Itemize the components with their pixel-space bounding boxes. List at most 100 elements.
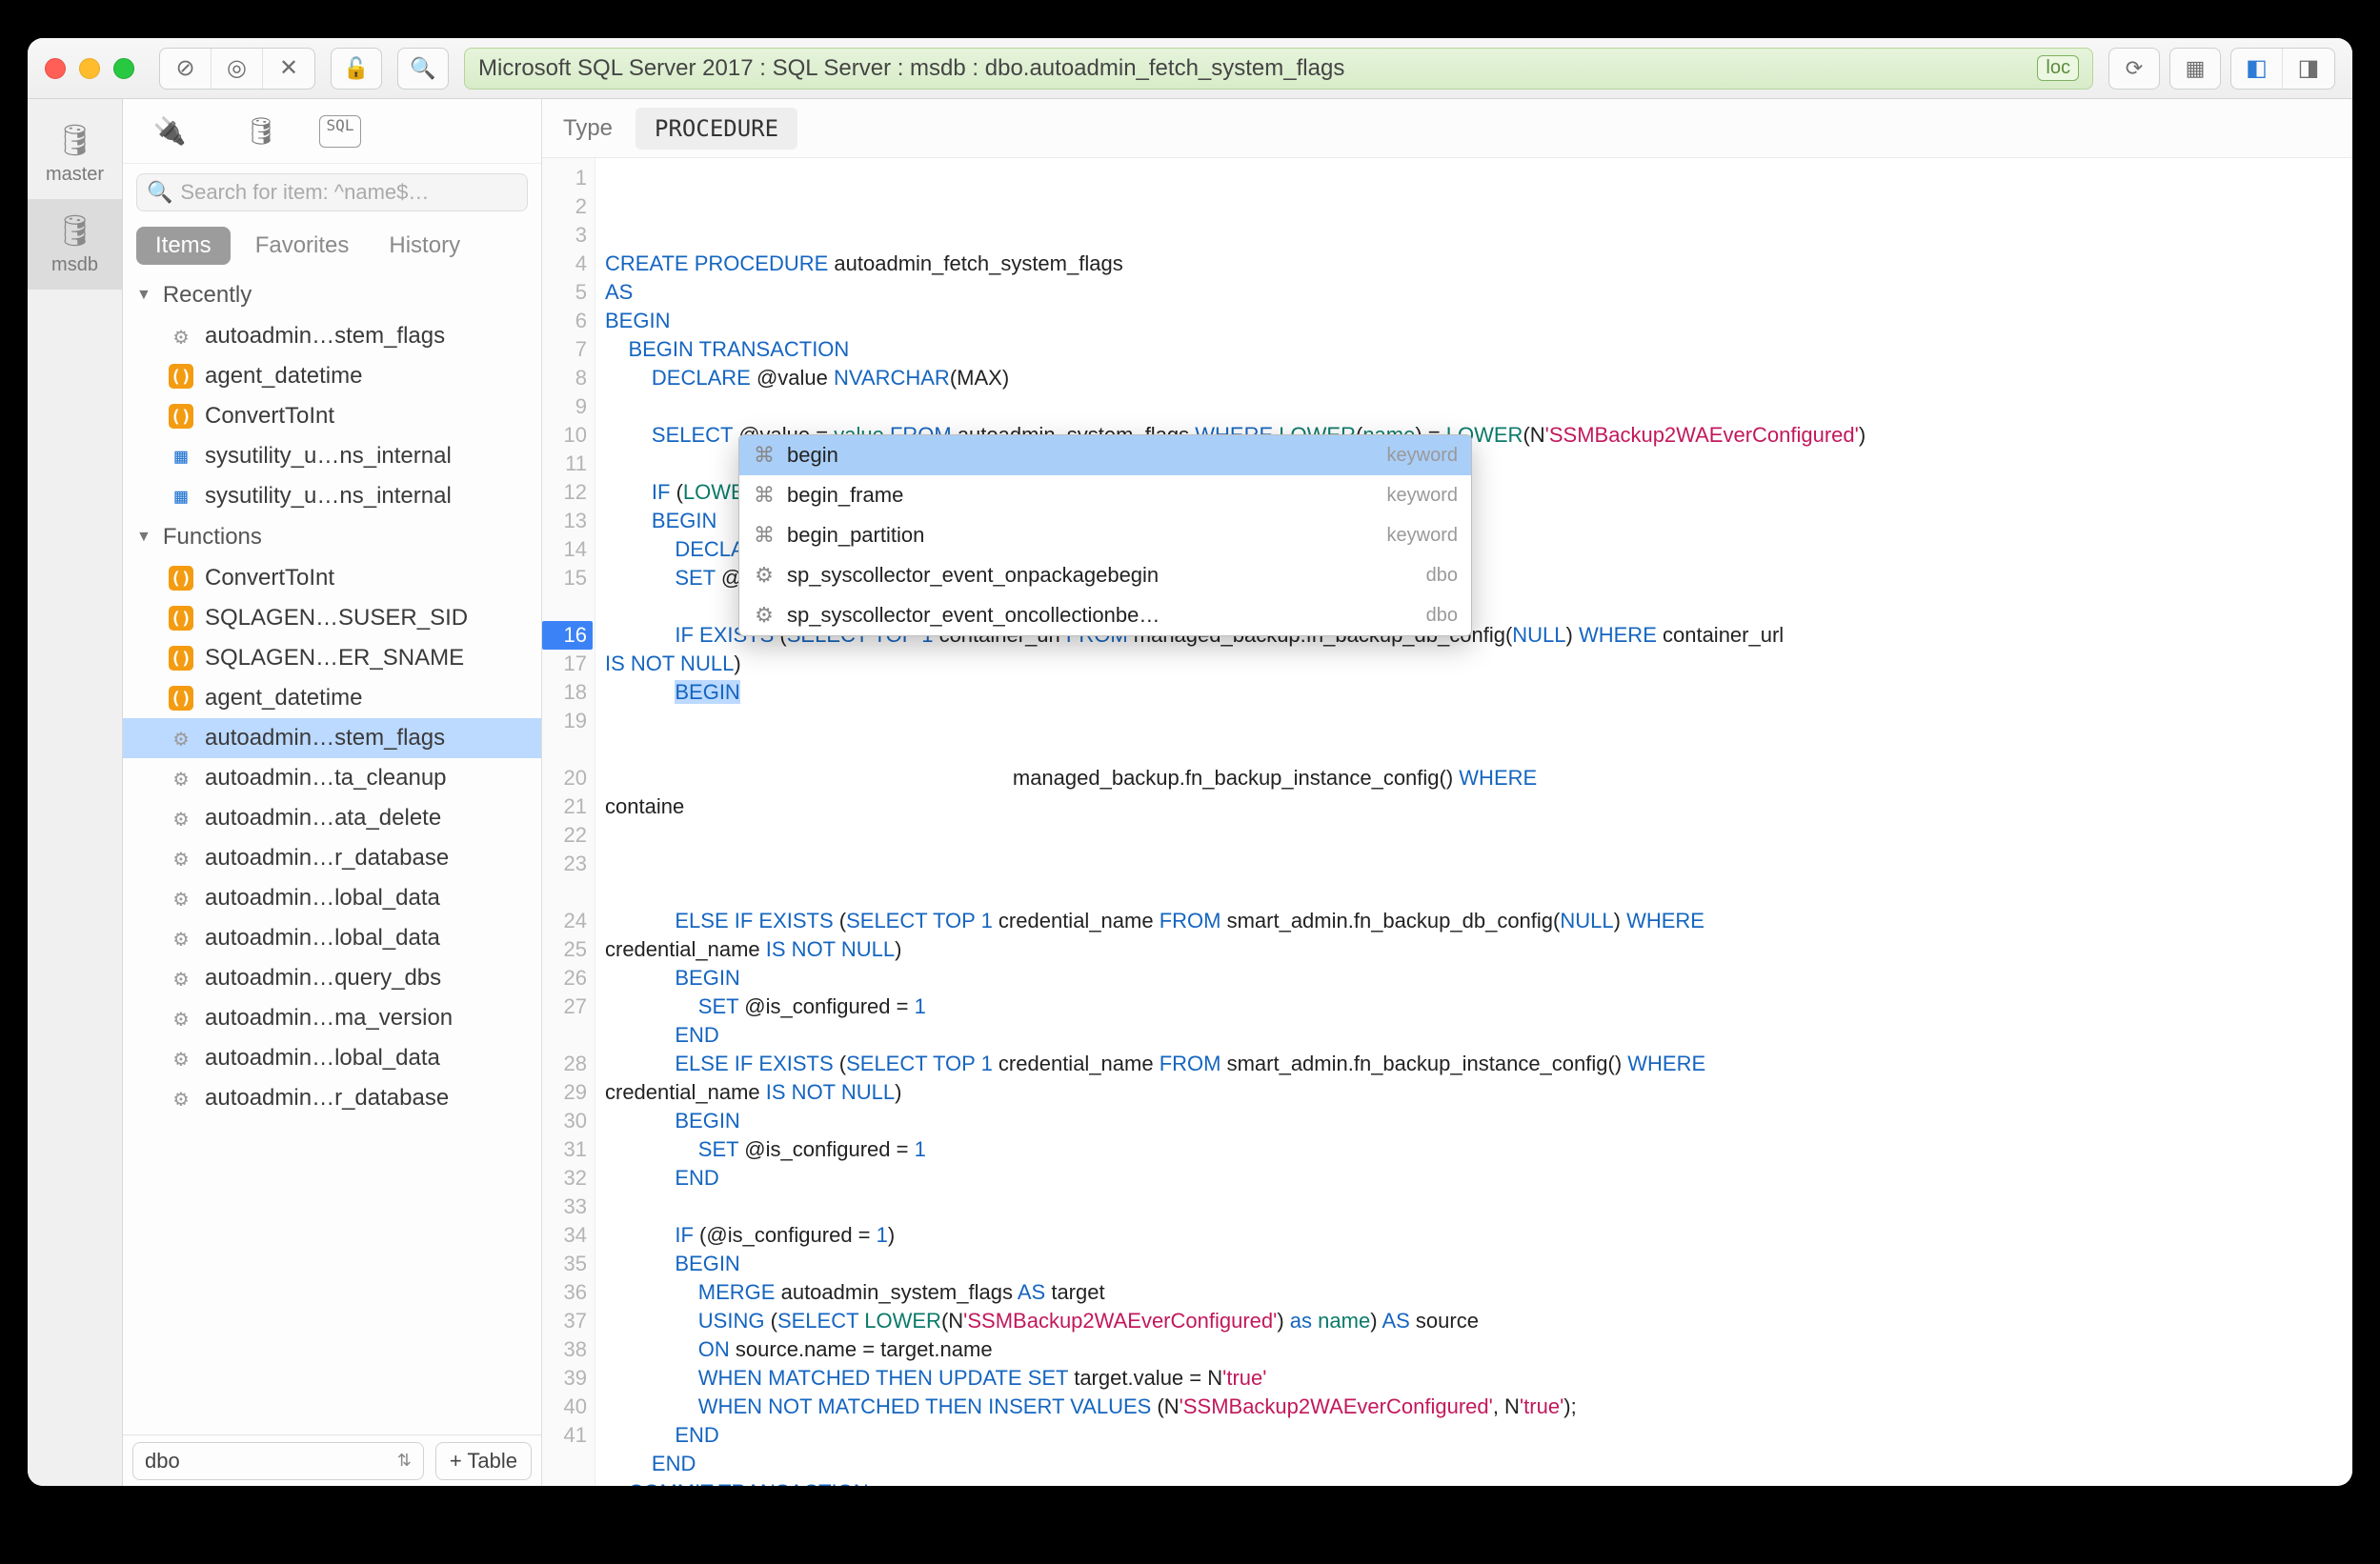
right-tool-cluster: ⟳ ▦ ◧ ◨ (2108, 48, 2335, 90)
function-icon: () (169, 686, 193, 711)
completion-kind: keyword (1387, 441, 1458, 470)
gear-icon: ⚙ (169, 966, 193, 991)
breadcrumb[interactable]: Microsoft SQL Server 2017 : SQL Server :… (464, 48, 2093, 90)
completion-kind: keyword (1387, 521, 1458, 550)
tree-item-label: ConvertToInt (205, 403, 334, 430)
tree-item[interactable]: () SQLAGEN…SUSER_SID (123, 598, 541, 638)
tree-item-label: autoadmin…query_dbs (205, 965, 441, 992)
completion-label: begin_partition (787, 521, 924, 550)
gear-icon: ⚙ (169, 806, 193, 831)
minimize-window-button[interactable] (79, 58, 100, 79)
tree-item[interactable]: ⚙autoadmin…lobal_data (123, 878, 541, 918)
tree-item[interactable]: () SQLAGEN…ER_SNAME (123, 638, 541, 678)
line-gutter: 123456789101112131415 16171819 20212223 … (542, 158, 595, 1486)
autocomplete-item[interactable]: ⚙sp_syscollector_event_oncollectionbe…db… (739, 595, 1471, 635)
tree-item-label: sysutility_u…ns_internal (205, 483, 452, 510)
completion-icon: ⌘ (753, 481, 776, 510)
sql-mode-icon[interactable]: SQL (319, 115, 361, 148)
tree-section-recently[interactable]: Recently (123, 274, 541, 316)
body: 🛢master🛢msdb 🔌 🛢 SQL 🔍 Search for item: … (28, 99, 2352, 1486)
eye-icon[interactable]: ◎ (212, 49, 263, 89)
autocomplete-item[interactable]: ⌘beginkeyword (739, 435, 1471, 475)
sidebar-search[interactable]: 🔍 Search for item: ^name$… (136, 173, 528, 211)
close-tab-icon[interactable]: ✕ (263, 49, 314, 89)
tree-item[interactable]: ⚙autoadmin…ma_version (123, 998, 541, 1038)
gear-icon: ⚙ (169, 926, 193, 951)
lock-icon[interactable]: 🔓 (331, 48, 382, 90)
plug-icon[interactable]: 🔌 (136, 115, 203, 147)
breadcrumb-text: Microsoft SQL Server 2017 : SQL Server :… (478, 55, 1344, 82)
function-icon: () (169, 364, 193, 389)
tree-item[interactable]: ⚙ autoadmin…ata_delete (123, 798, 541, 838)
completion-icon: ⚙ (753, 561, 776, 590)
search-icon[interactable]: 🔍 (397, 48, 449, 90)
titlebar: ⊘ ◎ ✕ 🔓 🔍 Microsoft SQL Server 2017 : SQ… (28, 38, 2352, 99)
panel-left-icon[interactable]: ◧ (2231, 49, 2283, 89)
tree-item[interactable]: ⚙autoadmin…ta_cleanup (123, 758, 541, 798)
tree-item[interactable]: ⚙ autoadmin…lobal_data (123, 918, 541, 958)
tree-item[interactable]: () agent_datetime (123, 678, 541, 718)
main-header: Type PROCEDURE (542, 99, 2352, 158)
tree-item[interactable]: ⚙ autoadmin…query_dbs (123, 958, 541, 998)
close-window-button[interactable] (45, 58, 66, 79)
tree-item-label: autoadmin…stem_flags (205, 323, 445, 350)
table-icon: ▦ (169, 484, 193, 509)
tree-item-label: SQLAGEN…ER_SNAME (205, 645, 464, 672)
database-icon[interactable]: 🛢 (228, 115, 294, 147)
tab-history[interactable]: History (373, 227, 475, 265)
function-icon: () (169, 566, 193, 591)
tab-items[interactable]: Items (136, 227, 231, 265)
completion-label: begin (787, 441, 838, 470)
tree-item-label: autoadmin…lobal_data (205, 925, 440, 952)
window-controls (45, 58, 134, 79)
tree-item[interactable]: () ConvertToInt (123, 558, 541, 598)
code-content[interactable]: CREATE PROCEDURE autoadmin_fetch_system_… (595, 158, 2352, 1486)
add-table-button[interactable]: + Table (435, 1442, 532, 1480)
tree-item-label: sysutility_u…ns_internal (205, 443, 452, 470)
code-editor[interactable]: 123456789101112131415 16171819 20212223 … (542, 158, 2352, 1486)
panel-right-icon[interactable]: ◨ (2283, 49, 2334, 89)
zoom-window-button[interactable] (113, 58, 134, 79)
function-icon: () (169, 606, 193, 631)
autocomplete-item[interactable]: ⚙sp_syscollector_event_onpackagebegindbo (739, 555, 1471, 595)
grid-icon[interactable]: ▦ (2169, 48, 2221, 90)
completion-label: begin_frame (787, 481, 903, 510)
tree-item[interactable]: ⚙autoadmin…lobal_data (123, 1038, 541, 1078)
completion-kind: dbo (1426, 561, 1458, 590)
stop-icon[interactable]: ⊘ (160, 49, 212, 89)
schema-selector[interactable]: dbo ⇅ (132, 1442, 424, 1480)
database-icon: 🛢 (55, 122, 94, 158)
tree-item[interactable]: ▦sysutility_u…ns_internal (123, 436, 541, 476)
tree-item-label: agent_datetime (205, 685, 362, 712)
gear-icon: ⚙ (169, 766, 193, 791)
schema-selector-value: dbo (145, 1449, 180, 1474)
db-rail-item-msdb[interactable]: 🛢msdb (28, 199, 122, 290)
tree-item[interactable]: ⚙autoadmin…r_database (123, 1078, 541, 1118)
autocomplete-item[interactable]: ⌘begin_partitionkeyword (739, 515, 1471, 555)
function-icon: () (169, 646, 193, 671)
tree-item[interactable]: ()agent_datetime (123, 356, 541, 396)
tree-item-label: SQLAGEN…SUSER_SID (205, 605, 468, 632)
tree-item[interactable]: ▦ sysutility_u…ns_internal (123, 476, 541, 516)
autocomplete-popup[interactable]: ⌘beginkeyword⌘begin_framekeyword⌘begin_p… (738, 434, 1472, 636)
db-rail-item-master[interactable]: 🛢master (28, 109, 122, 199)
completion-label: sp_syscollector_event_oncollectionbe… (787, 601, 1160, 630)
database-icon: 🛢 (55, 212, 94, 249)
main-pane: Type PROCEDURE 123456789101112131415 161… (542, 99, 2352, 1486)
tab-favorites[interactable]: Favorites (240, 227, 365, 265)
gear-icon: ⚙ (169, 324, 193, 349)
tree-item[interactable]: ()ConvertToInt (123, 396, 541, 436)
tree-item[interactable]: ⚙ autoadmin…stem_flags (123, 316, 541, 356)
autocomplete-item[interactable]: ⌘begin_framekeyword (739, 475, 1471, 515)
tree-item[interactable]: ⚙autoadmin…stem_flags (123, 718, 541, 758)
tree-item[interactable]: ⚙autoadmin…r_database (123, 838, 541, 878)
tree-item-label: ConvertToInt (205, 565, 334, 592)
tree-item-label: autoadmin…lobal_data (205, 885, 440, 912)
tree-section-functions[interactable]: Functions (123, 516, 541, 558)
add-table-label: + Table (450, 1449, 517, 1474)
layout-toggle-group: ◧ ◨ (2230, 48, 2335, 90)
tree-item-label: autoadmin…ata_delete (205, 805, 441, 832)
environment-badge: loc (2037, 55, 2079, 81)
refresh-icon[interactable]: ⟳ (2108, 48, 2160, 90)
sidebar-mode-icons: 🔌 🛢 SQL (123, 99, 541, 164)
